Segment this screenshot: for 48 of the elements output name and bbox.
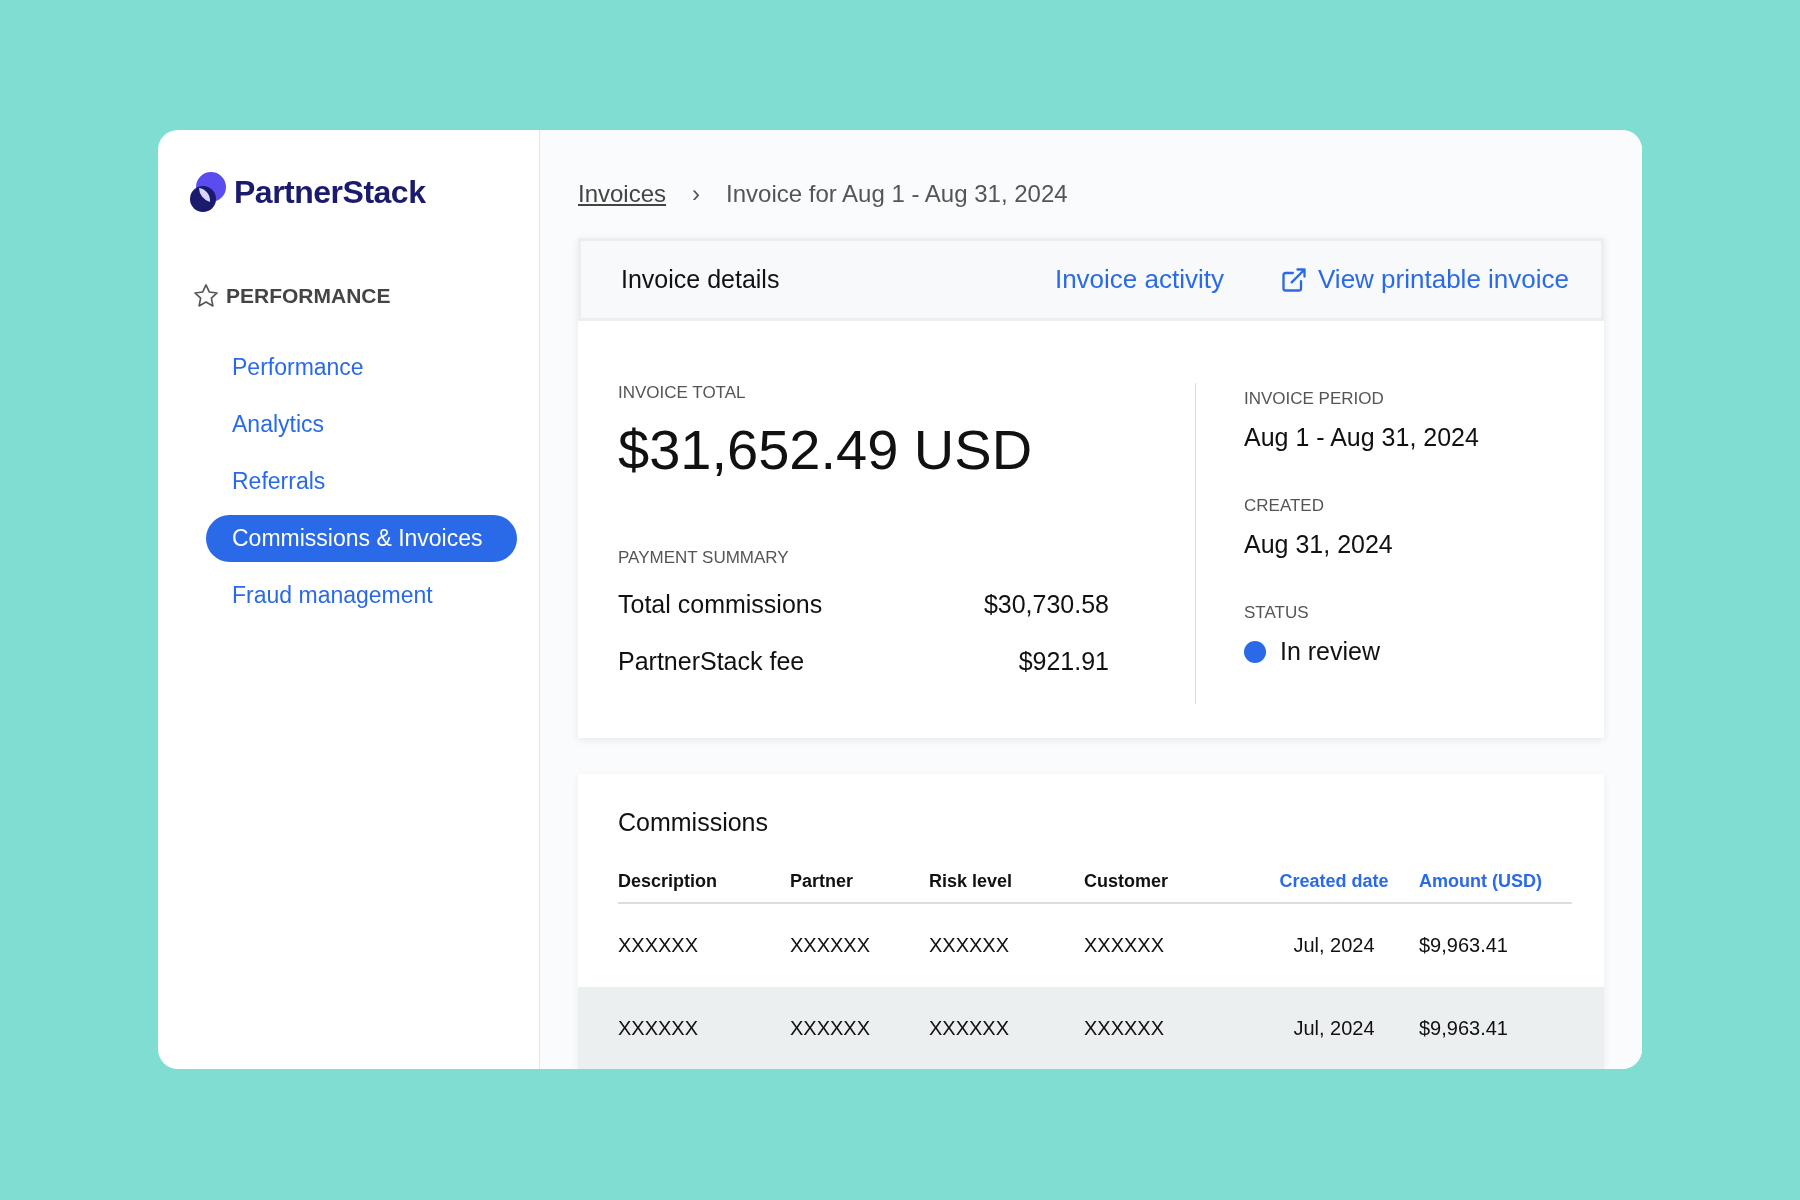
field-value: Aug 1 - Aug 31, 2024: [1244, 423, 1480, 452]
table-cell-text: $9,963.41: [1419, 934, 1509, 957]
field-label: INVOICE TOTAL: [618, 383, 747, 403]
nav-link[interactable]: Fraud management: [206, 572, 517, 619]
breadcrumb-separator: ›: [692, 180, 701, 208]
invoice-total: $31,652.49 USD: [618, 417, 1034, 482]
section-title: Commissions: [617, 808, 770, 838]
table-cell-text: XXXXXX: [618, 1017, 700, 1040]
field-label: STATUS: [1244, 603, 1310, 623]
table-cell-text: XXXXXX: [790, 934, 872, 957]
nav-link[interactable]: Referrals: [206, 458, 517, 505]
printable-invoice-link[interactable]: View printable invoice: [1280, 264, 1569, 295]
table-cell-text: XXXXXX: [929, 1017, 1011, 1040]
table-cell-text: XXXXXX: [1084, 934, 1166, 957]
field-label: INVOICE PERIOD: [1244, 389, 1385, 409]
summary-value: $921.91: [1018, 647, 1109, 676]
field-label: PAYMENT SUMMARY: [618, 548, 790, 568]
invoice-activity-link[interactable]: Invoice activity: [1054, 264, 1224, 295]
nav-link[interactable]: Performance: [206, 344, 517, 391]
logo-icon: [188, 170, 228, 214]
column-header: Description: [618, 871, 719, 892]
field-value: Aug 31, 2024: [1244, 530, 1394, 559]
summary-label: Total commissions: [618, 590, 823, 619]
column-header: Customer: [1084, 871, 1169, 892]
column-header: Risk level: [929, 871, 1014, 892]
table-cell-text: XXXXXX: [790, 1017, 872, 1040]
summary-label: PartnerStack fee: [618, 647, 805, 676]
section-heading: PERFORMANCE: [226, 284, 391, 308]
field-label: CREATED: [1244, 496, 1325, 516]
breadcrumb-link[interactable]: Invoices: [578, 180, 667, 208]
star-icon: [192, 282, 220, 310]
panel-title: Invoice details: [621, 265, 780, 294]
column-header[interactable]: Created date: [1249, 871, 1419, 892]
table-cell-text: XXXXXX: [929, 934, 1011, 957]
column-header: Partner: [790, 871, 855, 892]
logo-text: PartnerStack: [234, 173, 426, 211]
nav-link[interactable]: Commissions & Invoices: [206, 515, 517, 562]
table-cell-text: XXXXXX: [618, 934, 700, 957]
breadcrumb-current: Invoice for Aug 1 - Aug 31, 2024: [726, 180, 1068, 208]
external-link-icon: [1280, 265, 1308, 294]
table-cell-text: XXXXXX: [1084, 1017, 1166, 1040]
nav-link[interactable]: Analytics: [206, 401, 517, 448]
table-cell-text: Jul, 2024: [1292, 934, 1376, 957]
status-text: In review: [1280, 637, 1381, 666]
table-cell-text: Jul, 2024: [1292, 1017, 1376, 1040]
summary-value: $30,730.58: [983, 590, 1109, 619]
column-header[interactable]: Amount (USD): [1419, 871, 1572, 892]
table-cell-text: $9,963.41: [1419, 1017, 1509, 1040]
